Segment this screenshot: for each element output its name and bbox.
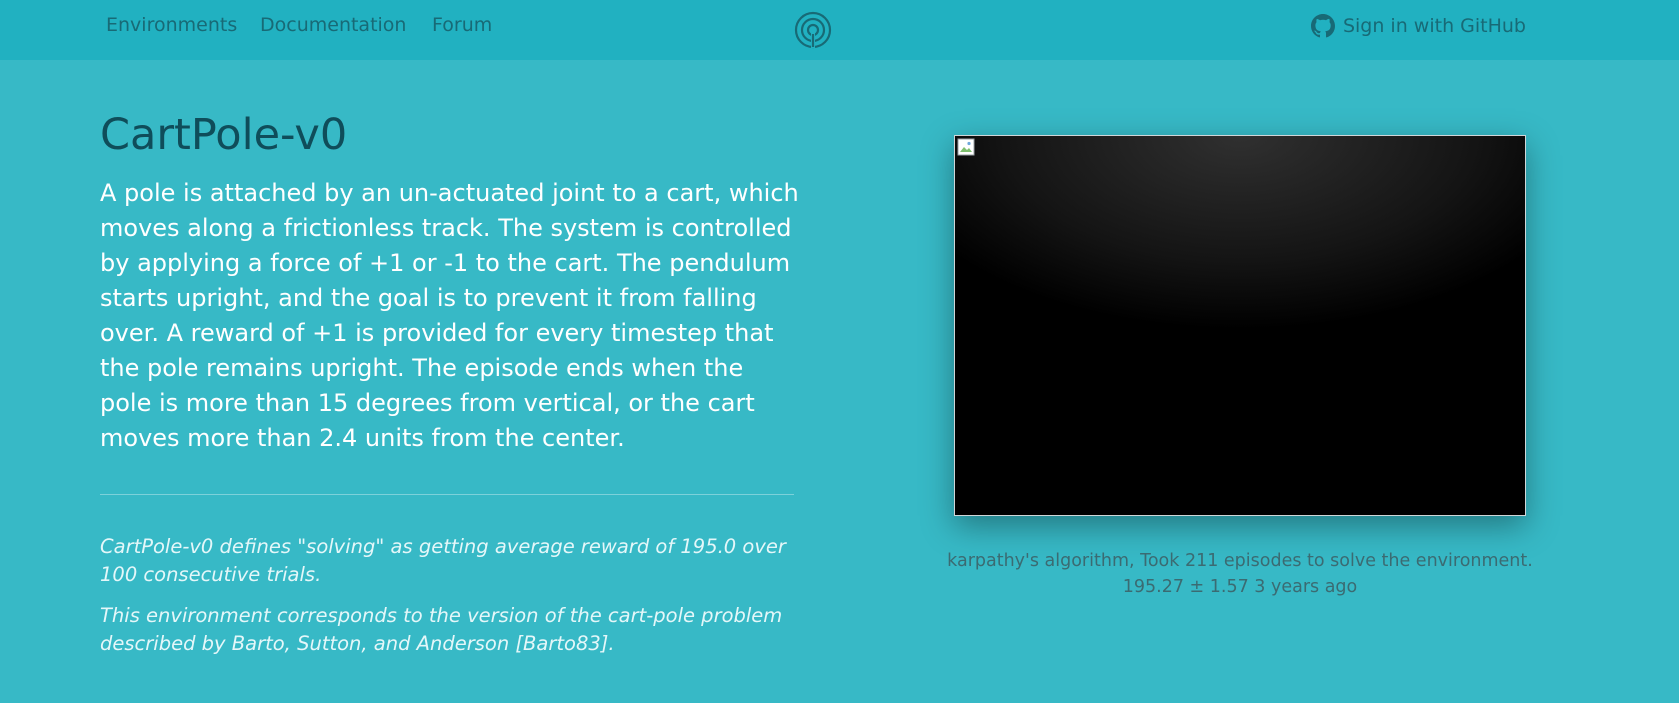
evaluation-video-player[interactable] xyxy=(954,135,1526,516)
openai-gym-logo-icon[interactable] xyxy=(793,10,833,50)
github-icon xyxy=(1310,14,1335,38)
evaluation-caption: karpathy's algorithm, Took 211 episodes … xyxy=(940,548,1540,600)
nav-link-documentation[interactable]: Documentation xyxy=(260,14,406,36)
top-navbar: Environments Documentation Forum Sign in… xyxy=(0,0,1679,60)
page-title: CartPole-v0 xyxy=(100,110,348,160)
sign-in-github-button[interactable]: Sign in with GitHub xyxy=(1310,14,1526,38)
reference-note: This environment corresponds to the vers… xyxy=(100,604,783,655)
nav-link-forum[interactable]: Forum xyxy=(432,14,492,36)
evaluation-score: 195.27 ± 1.57 3 years ago xyxy=(1122,577,1358,597)
nav-link-environments[interactable]: Environments xyxy=(106,14,237,36)
sign-in-label: Sign in with GitHub xyxy=(1342,15,1526,37)
evaluation-algorithm-link[interactable]: karpathy's algorithm, Took 211 episodes … xyxy=(940,548,1540,574)
section-divider xyxy=(100,494,794,495)
broken-image-icon xyxy=(957,138,975,156)
environment-description: A pole is attached by an un-actuated joi… xyxy=(100,179,799,452)
solving-criteria-note: CartPole-v0 defines "solving" as getting… xyxy=(100,535,786,586)
